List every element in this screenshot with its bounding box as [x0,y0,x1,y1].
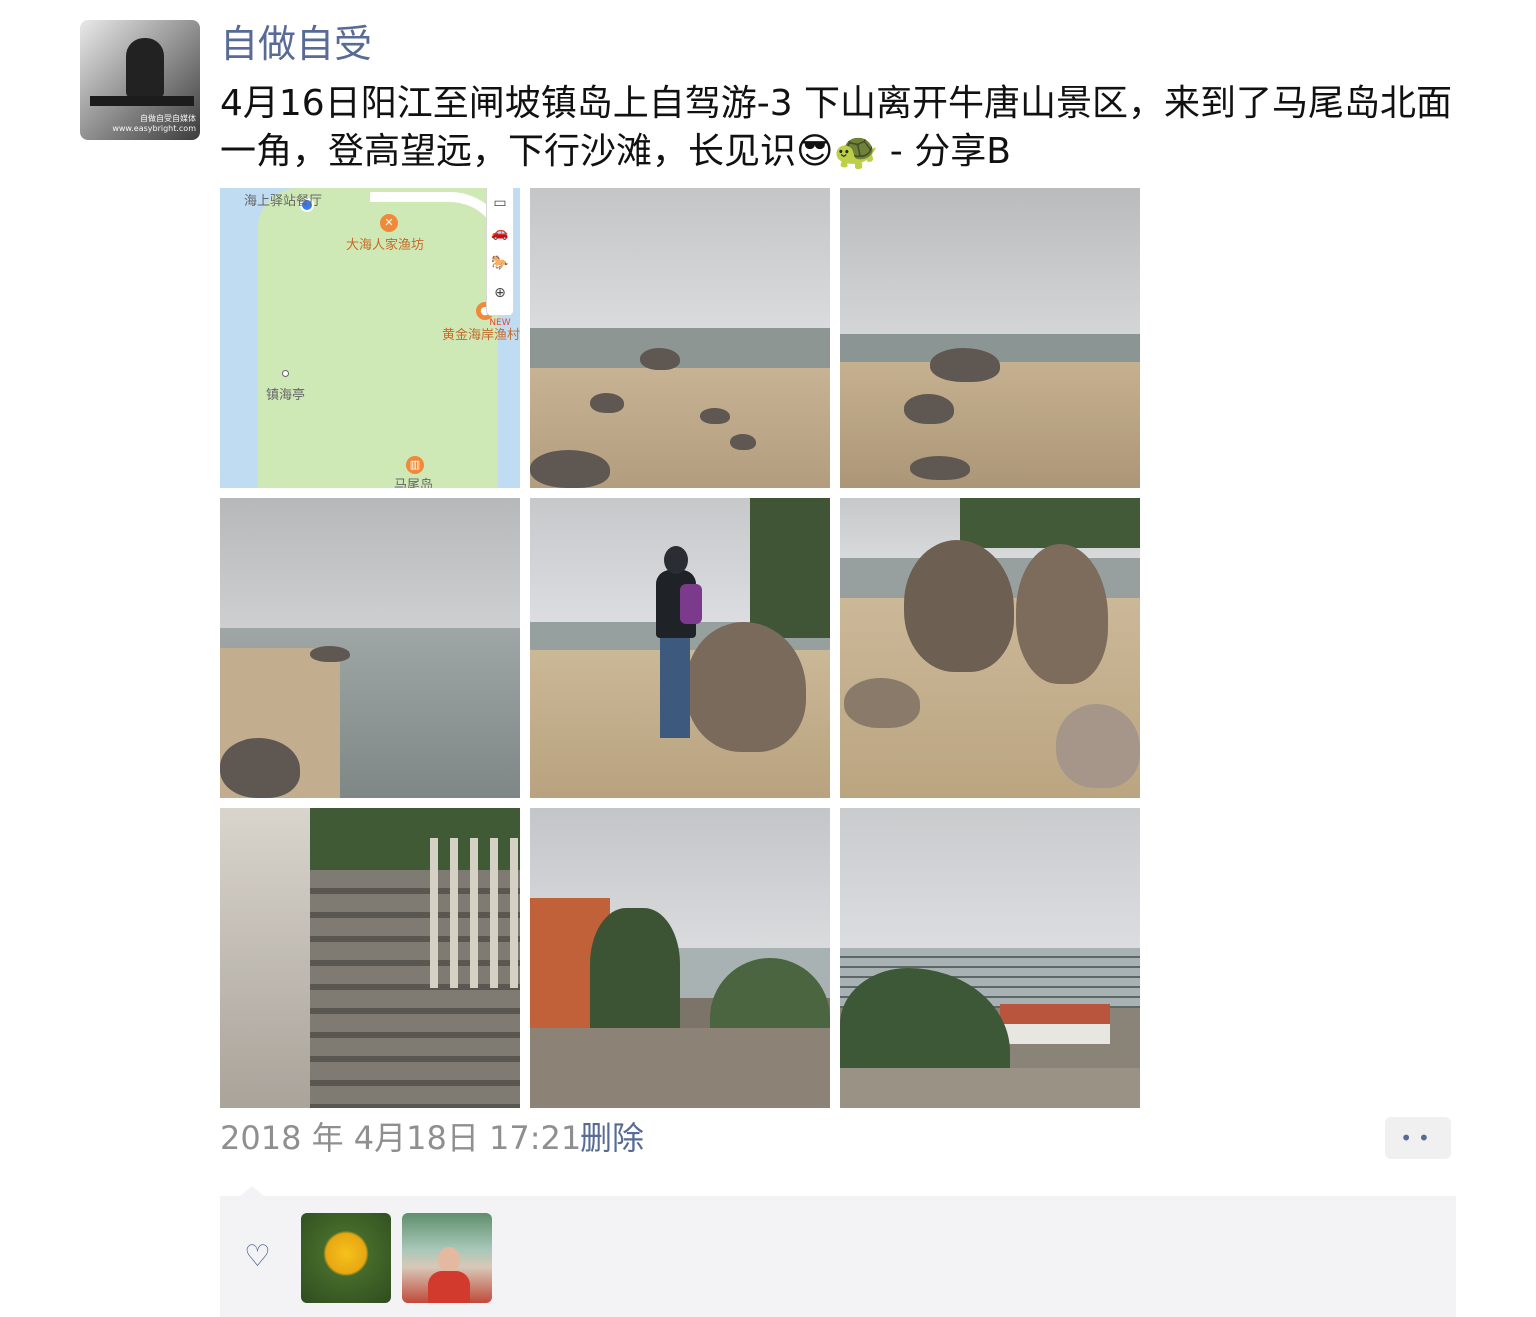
museum-pin-icon: ▥ [406,456,424,474]
map-label-restaurant: 海上驿站餐厅 [244,194,323,209]
new-badge-icon[interactable]: NEW [487,308,513,338]
photo-beach-rocks-wide[interactable] [840,188,1140,488]
stairs-wall [220,808,310,1108]
map-label-pavilion: 镇海亭 [266,388,306,403]
avatar-bench [90,96,194,106]
author-avatar[interactable]: 自做自受自媒体 www.easybright.com [80,20,200,140]
map-controls: ▭ 🚗 🐎 ⊕ NEW [486,188,514,328]
shield-icon[interactable]: ⊕ [487,278,513,308]
photo-grid: 海上驿站餐厅 ✕ 大海人家渔坊 ● 黄金海岸渔村 镇海亭 ▥ 马尾岛 ▭ 🚗 🐎… [220,188,1140,1108]
photo-harbor-view[interactable] [840,808,1140,1108]
more-options-button[interactable]: •• [1385,1117,1451,1159]
horse-icon[interactable]: 🐎 [487,248,513,278]
heart-icon: ♡ [244,1239,271,1274]
liker-body [428,1271,470,1303]
photo-large-boulders[interactable] [840,498,1140,798]
photo-person-photographing[interactable] [530,498,830,798]
photo-stone-stairs[interactable] [220,808,520,1108]
post-timestamp: 2018 年 4月18日 17:21 [220,1119,582,1157]
restaurant-pin-icon: ✕ [380,214,398,232]
liker-avatar-person[interactable] [402,1213,492,1303]
photo-hilltop-view[interactable] [530,808,830,1108]
map-label-fishery: 大海人家渔坊 [346,238,425,253]
like-box-arrow [240,1186,264,1196]
map-layer-icon[interactable]: ▭ [487,188,513,218]
avatar-caption: 自做自受自媒体 www.easybright.com [112,114,196,133]
liker-avatar-flower[interactable] [301,1213,391,1303]
map-label-island: 马尾岛 [394,478,434,488]
delete-button[interactable]: 删除 [580,1117,644,1159]
liker-face [438,1247,460,1273]
post-text: 4月16日阳江至闸坡镇岛上自驾游-3 下山离开牛唐山景区，来到了马尾岛北面一角，… [220,83,1453,172]
map-thumbnail[interactable]: 海上驿站餐厅 ✕ 大海人家渔坊 ● 黄金海岸渔村 镇海亭 ▥ 马尾岛 ▭ 🚗 🐎… [220,188,520,488]
author-name[interactable]: 自做自受 [220,20,372,68]
photo-beach-rocks[interactable] [530,188,830,488]
avatar-figure [126,38,164,98]
car-icon[interactable]: 🚗 [487,218,513,248]
pavilion-dot-icon [282,370,289,377]
photo-shoreline[interactable] [220,498,520,798]
stairs-rail [430,838,520,988]
